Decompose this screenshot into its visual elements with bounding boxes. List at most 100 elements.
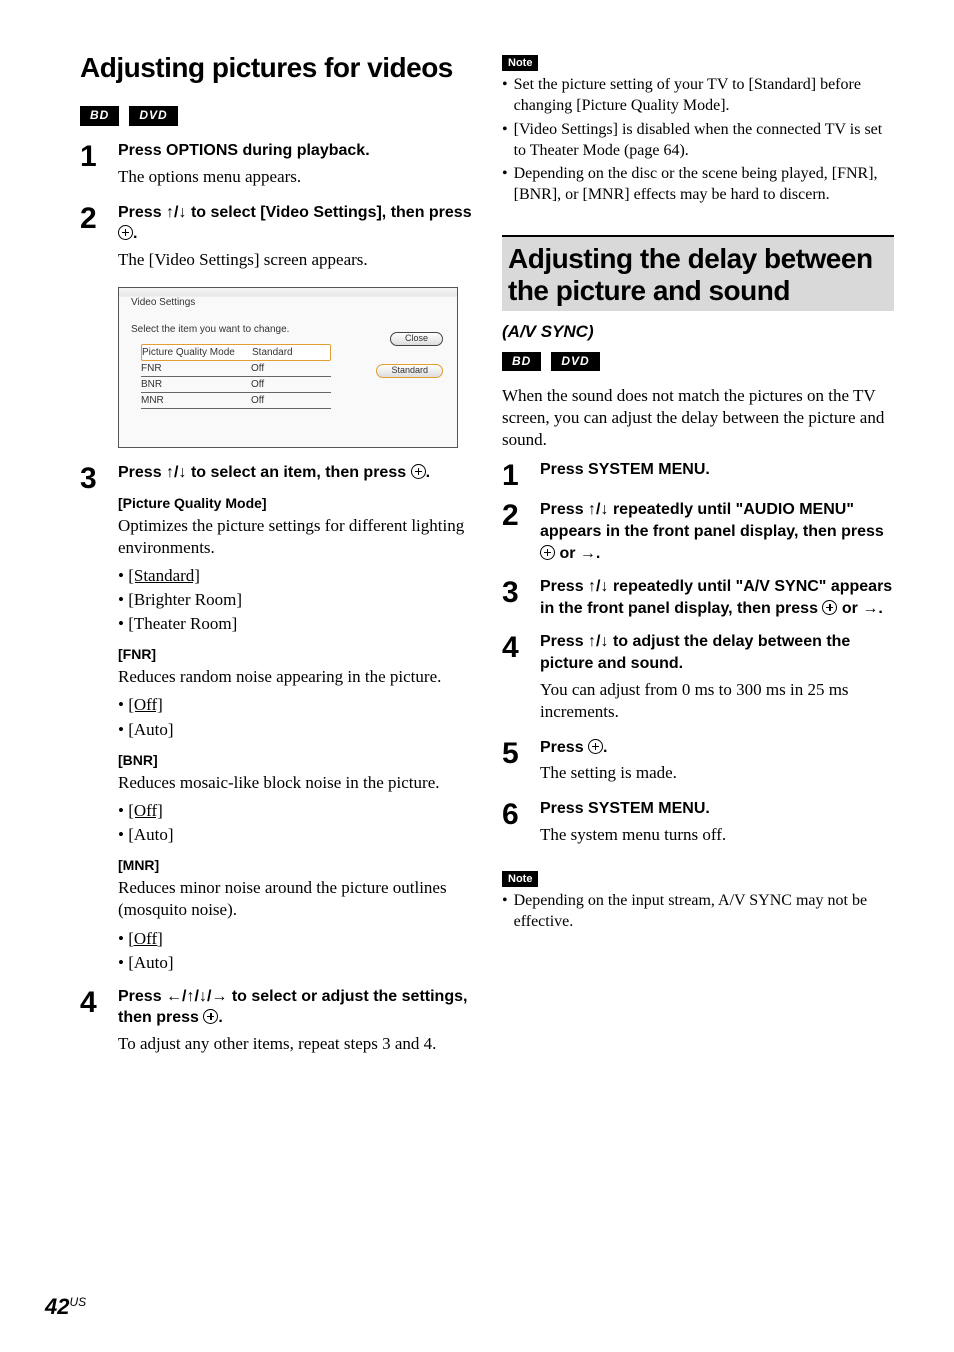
t: Press [118, 464, 166, 481]
step-title: Press . [540, 737, 894, 759]
note-list-2: Depending on the input stream, A/V SYNC … [502, 891, 894, 933]
right-subtitle: (A/V SYNC) [502, 321, 894, 343]
step-number: 3 [502, 576, 540, 623]
step-desc: The system menu turns off. [540, 824, 894, 846]
list-item: [Auto] [118, 824, 472, 846]
arrow-up-down-icon: ↑/↓ [588, 633, 608, 650]
section-pqm: [Picture Quality Mode] Optimizes the pic… [118, 494, 472, 636]
right-step-4: 4 Press ↑/↓ to adjust the delay between … [502, 631, 894, 728]
enter-icon [588, 739, 603, 754]
row-value: Off [251, 362, 321, 375]
list-item: [Off] [118, 800, 472, 822]
section-mnr: [MNR] Reduces minor noise around the pic… [118, 856, 472, 974]
section-desc: Reduces random noise appearing in the pi… [118, 666, 472, 688]
section-items: [Off] [Auto] [118, 800, 472, 846]
item-text: [Auto] [128, 720, 173, 739]
page-num-suffix: US [69, 1295, 86, 1309]
list-item: [Brighter Room] [118, 589, 472, 611]
list-item: [Auto] [118, 719, 472, 741]
note-text: [Video Settings] is disabled when the co… [514, 120, 894, 162]
right-column: Note Set the picture setting of your TV … [502, 50, 894, 1069]
note-list-1: Set the picture setting of your TV to [S… [502, 75, 894, 206]
badges-right: BD DVD [502, 352, 894, 372]
panel-row-mnr: MNR Off [141, 393, 331, 409]
t: . [603, 739, 607, 756]
t: Press [118, 988, 166, 1005]
item-text: [Auto] [128, 953, 173, 972]
section-items: [Standard] [Brighter Room] [Theater Room… [118, 565, 472, 635]
left-step-4: 4 Press ←/↑/↓/→ to select or adjust the … [80, 986, 472, 1061]
step-title: Press ↑/↓ to select an item, then press … [118, 462, 472, 484]
section-head: [BNR] [118, 751, 472, 769]
list-item: [Standard] [118, 565, 472, 587]
arrow-right-icon: → [580, 545, 596, 562]
step-title: Press ←/↑/↓/→ to select or adjust the se… [118, 986, 472, 1029]
step-desc: The options menu appears. [118, 166, 472, 188]
badge-bd: BD [80, 106, 119, 126]
panel-close-pill: Close [390, 332, 443, 346]
badge-dvd: DVD [129, 106, 177, 126]
right-step-3: 3 Press ↑/↓ repeatedly until "A/V SYNC" … [502, 576, 894, 623]
note-text: Depending on the disc or the scene being… [514, 164, 894, 206]
step-number: 3 [80, 462, 118, 978]
step-number: 6 [502, 798, 540, 852]
list-item: [Theater Room] [118, 613, 472, 635]
note-badge: Note [502, 55, 538, 71]
step-title: Press ↑/↓ to adjust the delay between th… [540, 631, 894, 674]
item-text: [Auto] [128, 825, 173, 844]
arrow-right-icon: → [862, 600, 878, 617]
right-intro: When the sound does not match the pictur… [502, 385, 894, 451]
left-step-1: 1 Press OPTIONS during playback. The opt… [80, 140, 472, 194]
row-value: Standard [252, 346, 322, 359]
enter-icon [118, 225, 133, 240]
video-settings-panel: Video Settings Select the item you want … [118, 287, 458, 448]
list-item: [Auto] [118, 952, 472, 974]
note-item: Depending on the input stream, A/V SYNC … [502, 891, 894, 933]
panel-standard-pill: Standard [376, 364, 443, 378]
section-head: [MNR] [118, 856, 472, 874]
row-name: BNR [141, 378, 251, 391]
note-item: Depending on the disc or the scene being… [502, 164, 894, 206]
step-number: 4 [80, 986, 118, 1061]
badge-dvd: DVD [551, 352, 599, 372]
row-value: Off [251, 378, 321, 391]
note-text: Set the picture setting of your TV to [S… [514, 75, 894, 117]
step-desc: To adjust any other items, repeat steps … [118, 1033, 472, 1055]
row-name: FNR [141, 362, 251, 375]
arrow-up-down-icon: ↑/↓ [588, 501, 608, 518]
right-step-6: 6 Press SYSTEM MENU. The system menu tur… [502, 798, 894, 852]
page-num-main: 42 [45, 1294, 69, 1319]
left-step-3: 3 Press ↑/↓ to select an item, then pres… [80, 462, 472, 978]
list-item: [Off] [118, 694, 472, 716]
step-title: Press SYSTEM MENU. [540, 798, 894, 820]
note-item: Set the picture setting of your TV to [S… [502, 75, 894, 117]
step-title: Press SYSTEM MENU. [540, 459, 894, 481]
left-column: Adjusting pictures for videos BD DVD 1 P… [80, 50, 472, 1069]
item-text: [Standard] [128, 566, 200, 585]
panel-row-pqm: Picture Quality Mode Standard [141, 344, 331, 361]
item-text: [Off] [128, 929, 163, 948]
row-name: Picture Quality Mode [142, 346, 252, 359]
t: . [878, 600, 882, 617]
right-step-5: 5 Press . The setting is made. [502, 737, 894, 791]
item-text: [Theater Room] [128, 614, 237, 633]
step-title: Press ↑/↓ repeatedly until "A/V SYNC" ap… [540, 576, 894, 619]
panel-row-bnr: BNR Off [141, 377, 331, 393]
page-number: 42US [45, 1293, 86, 1322]
panel-row-fnr: FNR Off [141, 361, 331, 377]
row-value: Off [251, 394, 321, 407]
list-item: [Off] [118, 928, 472, 950]
enter-icon [540, 545, 555, 560]
step-desc: You can adjust from 0 ms to 300 ms in 25… [540, 679, 894, 723]
step-number: 4 [502, 631, 540, 728]
section-head: [FNR] [118, 645, 472, 663]
arrow-up-down-icon: ↑/↓ [166, 204, 186, 221]
item-text: [Brighter Room] [128, 590, 242, 609]
step-number: 1 [502, 459, 540, 491]
t: . [426, 464, 430, 481]
t: Press [540, 501, 588, 518]
right-heading: Adjusting the delay between the picture … [502, 235, 894, 311]
section-desc: Reduces minor noise around the picture o… [118, 877, 472, 921]
step-title: Press ↑/↓ to select [Video Settings], th… [118, 202, 472, 245]
section-items: [Off] [Auto] [118, 928, 472, 974]
